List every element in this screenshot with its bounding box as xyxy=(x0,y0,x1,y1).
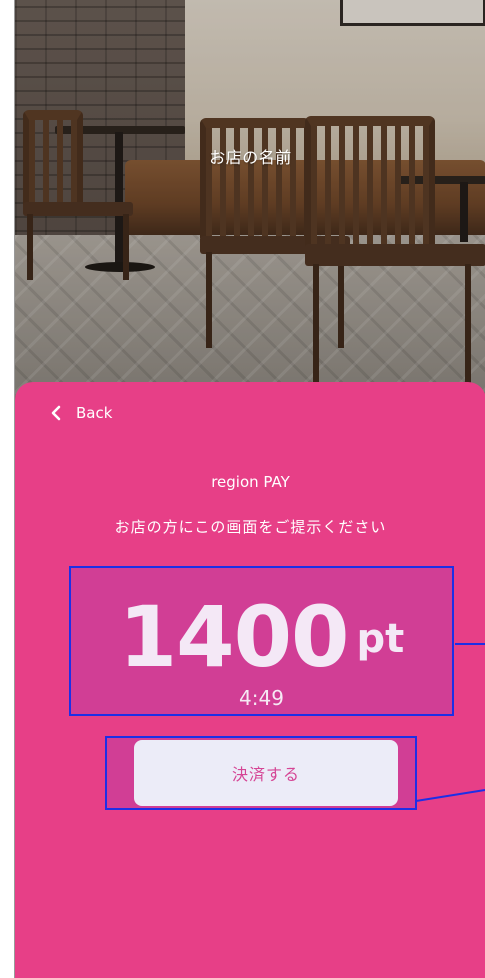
back-button[interactable]: Back xyxy=(48,404,112,422)
photo-shade xyxy=(15,0,485,400)
points-value: 1400 xyxy=(118,588,350,686)
chevron-left-icon xyxy=(48,405,64,421)
points-display: 1400 pt 4:49 xyxy=(69,566,454,716)
points-row: 1400 pt xyxy=(71,588,452,686)
shop-name: お店の名前 xyxy=(209,148,292,167)
shop-photo: お店の名前 xyxy=(15,0,485,400)
phone-screen: お店の名前 Back region PAY お店の方にこの画面をご提示ください … xyxy=(14,0,485,978)
countdown-timer: 4:49 xyxy=(239,686,284,710)
pay-button[interactable]: 決済する xyxy=(134,740,398,806)
instruction-text: お店の方にこの画面をご提示ください xyxy=(114,518,387,536)
points-unit: pt xyxy=(356,616,405,662)
back-label: Back xyxy=(76,404,113,422)
payment-panel: Back region PAY お店の方にこの画面をご提示ください 1400 pt… xyxy=(15,382,485,978)
service-name: region PAY xyxy=(211,473,290,491)
